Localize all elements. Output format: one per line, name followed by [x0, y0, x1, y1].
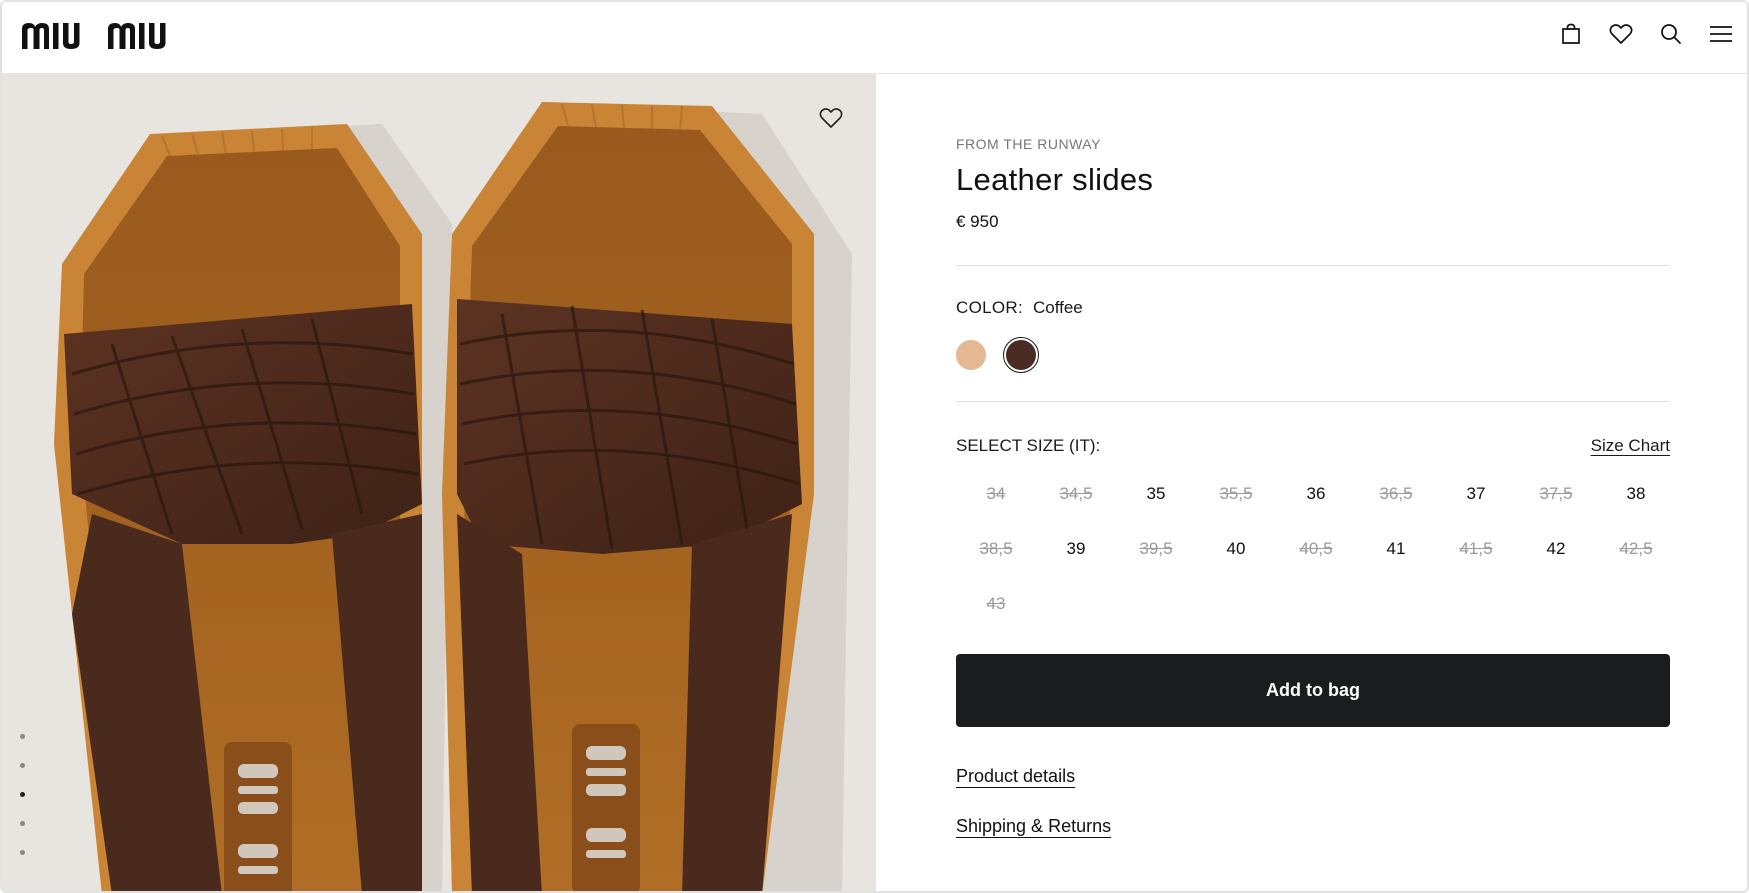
size-option[interactable]: 35,5: [1196, 474, 1276, 514]
size-option[interactable]: 38: [1596, 474, 1676, 514]
divider: [956, 401, 1670, 402]
size-option[interactable]: 34: [956, 474, 1036, 514]
size-option[interactable]: 35: [1116, 474, 1196, 514]
color-value: Coffee: [1032, 298, 1083, 317]
browser-frame: FROM THE RUNWAY Leather slides € 950 COL…: [0, 0, 1749, 893]
product-eyebrow: FROM THE RUNWAY: [956, 136, 1101, 152]
pager-dot[interactable]: [20, 763, 25, 768]
pager-dot[interactable]: [20, 821, 25, 826]
product-image: [2, 74, 876, 891]
size-option[interactable]: 36: [1276, 474, 1356, 514]
size-option[interactable]: 36,5: [1356, 474, 1436, 514]
product-gallery[interactable]: [2, 74, 876, 891]
search-icon[interactable]: [1659, 22, 1683, 46]
size-option[interactable]: 34,5: [1036, 474, 1116, 514]
size-option[interactable]: 40: [1196, 529, 1276, 569]
size-header: SELECT SIZE (IT): Size Chart: [956, 436, 1670, 456]
color-row: COLOR: Coffee: [956, 298, 1083, 318]
brand-logo[interactable]: [22, 18, 210, 54]
pager-dot[interactable]: [20, 850, 25, 855]
gallery-pager: [20, 734, 25, 855]
color-swatches: [956, 337, 1039, 373]
size-option[interactable]: 38,5: [956, 529, 1036, 569]
size-grid: 34 34,5 35 35,5 36 36,5 37 37,5 38 38,5 39 39,5 40 40…: [956, 474, 1670, 624]
pager-dot[interactable]: [20, 792, 25, 797]
size-option[interactable]: 37: [1436, 474, 1516, 514]
size-option[interactable]: 39,5: [1116, 529, 1196, 569]
size-option[interactable]: 41: [1356, 529, 1436, 569]
size-option[interactable]: 37,5: [1516, 474, 1596, 514]
size-option[interactable]: 39: [1036, 529, 1116, 569]
color-label: COLOR:: [956, 298, 1023, 317]
menu-icon[interactable]: [1709, 22, 1733, 46]
shipping-returns-link[interactable]: Shipping & Returns: [956, 816, 1111, 837]
size-option[interactable]: 43: [956, 584, 1036, 624]
site-header: [2, 2, 1747, 74]
miu-miu-logo: [22, 23, 166, 49]
size-option[interactable]: 42,5: [1596, 529, 1676, 569]
size-option[interactable]: 41,5: [1436, 529, 1516, 569]
product-title: Leather slides: [956, 162, 1154, 197]
product-details-link[interactable]: Product details: [956, 766, 1075, 787]
size-label: SELECT SIZE (IT):: [956, 436, 1101, 455]
heart-icon[interactable]: [1609, 22, 1633, 46]
pager-dot[interactable]: [20, 734, 25, 739]
size-chart-link[interactable]: Size Chart: [1591, 436, 1670, 456]
shopping-bag-icon[interactable]: [1559, 22, 1583, 46]
product-price: € 950: [956, 212, 999, 231]
size-option[interactable]: 40,5: [1276, 529, 1356, 569]
color-swatch[interactable]: [1003, 337, 1039, 373]
wishlist-heart-icon[interactable]: [817, 104, 845, 132]
add-to-bag-button[interactable]: Add to bag: [956, 654, 1670, 727]
size-option[interactable]: 42: [1516, 529, 1596, 569]
divider: [956, 265, 1670, 266]
color-swatch[interactable]: [956, 340, 986, 370]
header-actions: [1559, 22, 1733, 46]
